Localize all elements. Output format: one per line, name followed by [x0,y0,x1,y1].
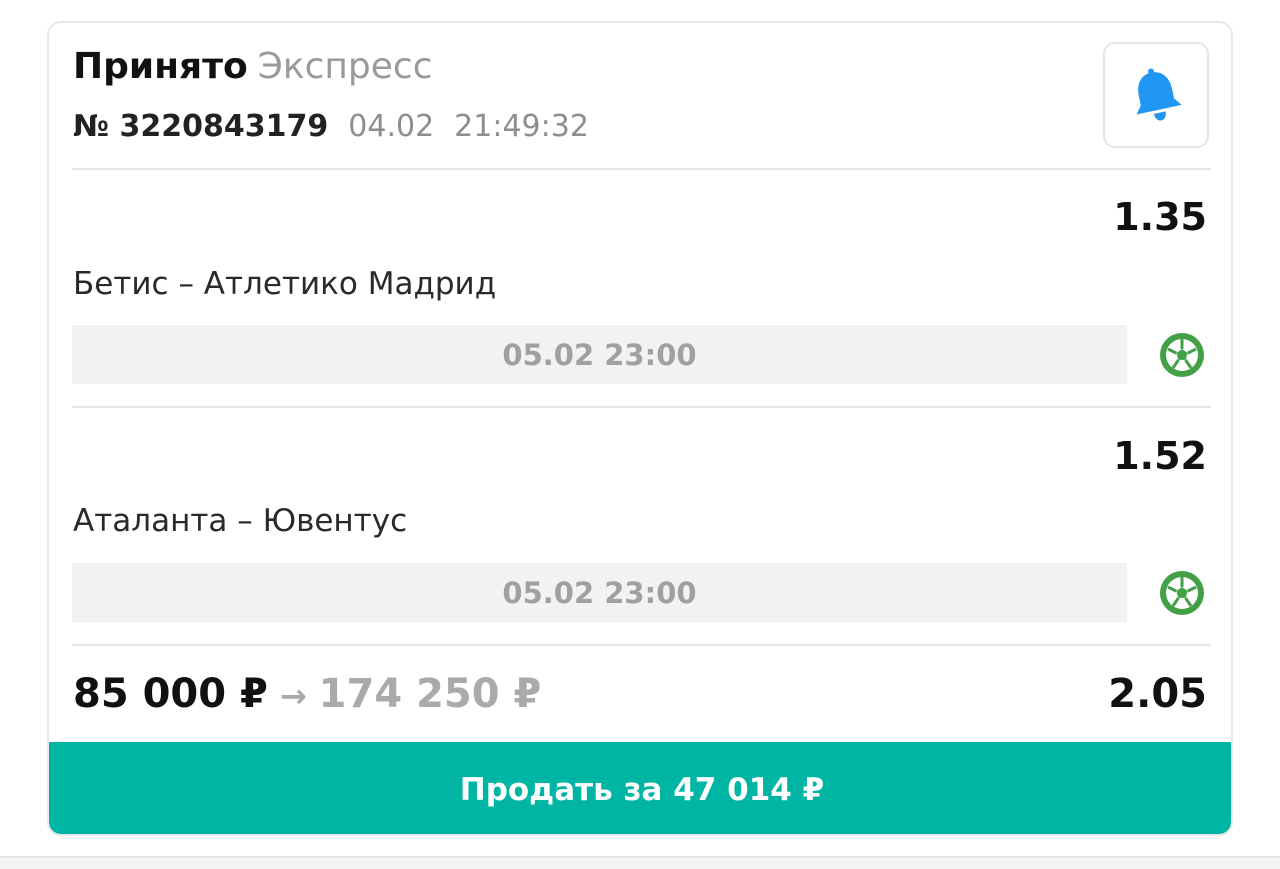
divider [72,644,1211,646]
stake-amount: 85 000 ₽ [73,671,268,717]
total-odds: 2.05 [1108,671,1207,717]
event-odds: 1.52 [1113,434,1207,478]
bottom-divider [0,856,1280,869]
sell-bet-button[interactable]: Продать за 47 014 ₽ [49,742,1231,834]
event-datetime: 05.02 23:00 [72,563,1127,622]
bell-icon [1136,68,1182,121]
event-name[interactable]: Бетис – Атлетико Мадрид [73,264,496,304]
event-datetime: 05.02 23:00 [72,325,1127,384]
divider [72,168,1211,170]
bet-number: № 3220843179 [73,109,329,144]
divider [72,406,1211,408]
event-name[interactable]: Аталанта – Ювентус [73,501,407,541]
bet-header-title: Принято Экспресс [73,45,433,89]
soccer-ball-icon [1160,333,1204,377]
stake-row: 85 000 ₽ → 174 250 ₽ [73,669,541,721]
potential-payout: 174 250 ₽ [318,671,542,717]
soccer-ball-icon [1160,571,1204,615]
bet-date: 04.02 [348,109,435,144]
arrow-right-icon: → [279,677,307,715]
event-odds: 1.35 [1113,195,1207,239]
bet-status: Принято [73,46,248,87]
bet-time: 21:49:32 [454,109,589,144]
bet-type: Экспресс [257,46,433,87]
bet-card: Принято Экспресс № 3220843179 04.02 21:49:3… [47,21,1233,836]
bet-meta: № 3220843179 04.02 21:49:32 [73,107,589,147]
notification-bell-button[interactable] [1103,42,1209,148]
